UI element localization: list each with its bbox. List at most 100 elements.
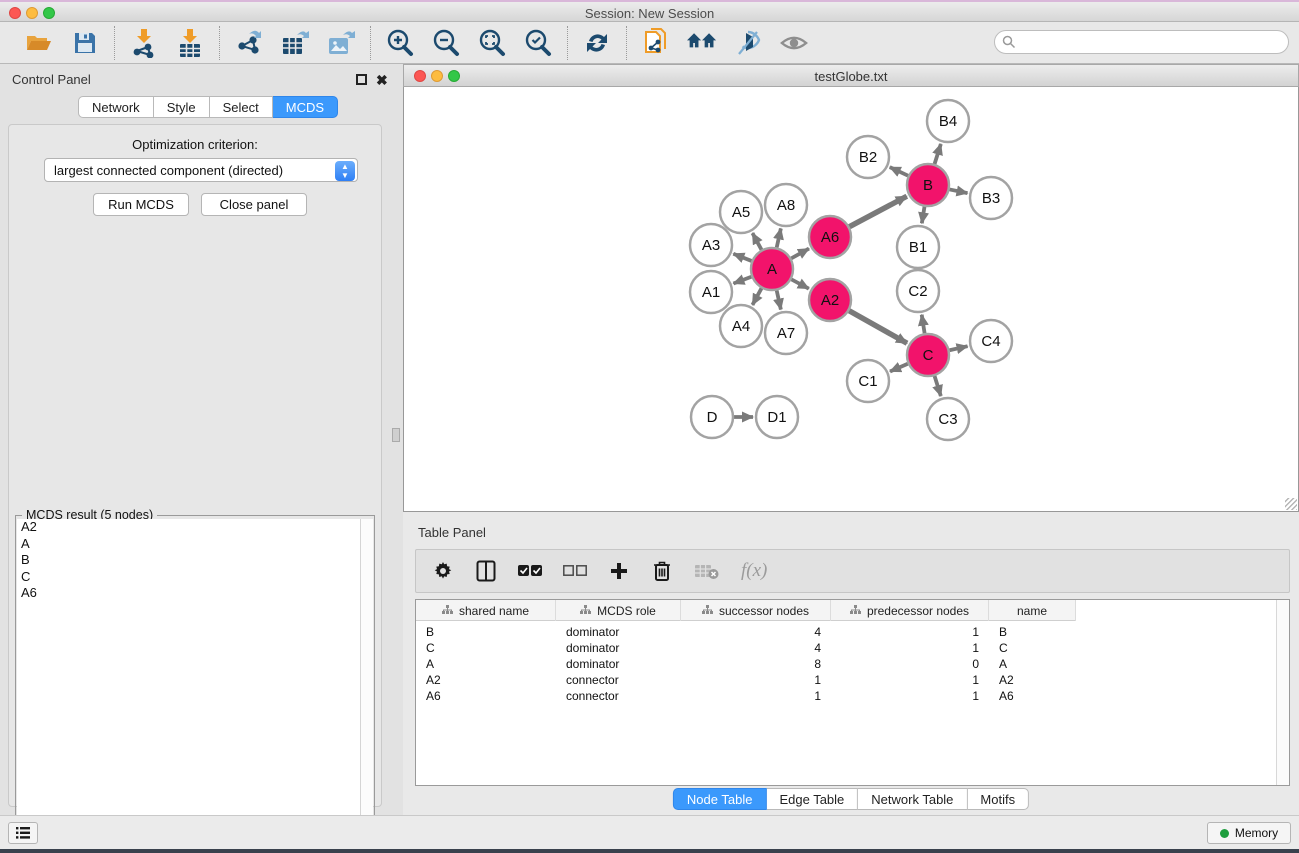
close-panel-icon[interactable]: ✖ [376,75,388,86]
svg-text:A8: A8 [777,197,795,214]
function-builder-button[interactable]: f(x) [741,558,767,584]
cell-name: A2 [989,672,1076,688]
mcds-result-item[interactable]: B [17,552,361,569]
table-row[interactable]: Adominator80A [416,656,1076,672]
graph-node-A8[interactable]: A8 [765,184,807,226]
table-scrollbar[interactable] [1276,600,1289,785]
column-header-name[interactable]: name [989,600,1076,621]
graph-node-C1[interactable]: C1 [847,360,889,402]
tab-motifs[interactable]: Motifs [967,788,1029,810]
column-header-shared-name[interactable]: shared name [416,600,556,621]
resize-grip[interactable] [1285,498,1297,510]
graph-node-A2[interactable]: A2 [809,279,851,321]
mcds-result-scrollbar[interactable] [360,519,373,853]
graph-node-B1[interactable]: B1 [897,226,939,268]
column-header-predecessor-nodes[interactable]: predecessor nodes [831,600,989,621]
zoom-selected-icon[interactable] [523,28,553,58]
graph-node-B[interactable]: B [907,164,949,206]
graph-node-A5[interactable]: A5 [720,191,762,233]
column-icon[interactable] [475,558,497,584]
delete-table-icon[interactable] [694,558,720,584]
select-all-icon[interactable] [518,558,542,584]
tab-mcds[interactable]: MCDS [273,96,338,118]
import-network-icon[interactable] [129,28,159,58]
graph-node-B4[interactable]: B4 [927,100,969,142]
hide-panel-icon[interactable] [733,28,763,58]
export-network-icon[interactable] [234,28,264,58]
delete-column-icon[interactable] [651,558,673,584]
column-type-icon [702,604,713,618]
network-window-titlebar[interactable]: testGlobe.txt [403,64,1299,87]
svg-text:C4: C4 [981,333,1000,350]
add-column-icon[interactable] [608,558,630,584]
column-header-MCDS-role[interactable]: MCDS role [556,600,681,621]
graph-node-C[interactable]: C [907,334,949,376]
memory-button[interactable]: Memory [1207,822,1291,844]
column-label: name [1017,604,1047,618]
svg-text:B1: B1 [909,239,927,256]
graph-node-D[interactable]: D [691,396,733,438]
show-panel-menu-button[interactable] [8,822,38,844]
import-table-icon[interactable] [175,28,205,58]
svg-text:A3: A3 [702,237,720,254]
mcds-result-item[interactable]: A6 [17,585,361,602]
zoom-fit-icon[interactable] [477,28,507,58]
edge-C-C1 [890,364,908,372]
mcds-result-item[interactable]: C [17,569,361,586]
graph-node-A4[interactable]: A4 [720,305,762,347]
tab-select[interactable]: Select [210,96,273,118]
graph-node-A7[interactable]: A7 [765,312,807,354]
new-network-from-selection-icon[interactable] [641,28,671,58]
zoom-out-icon[interactable] [431,28,461,58]
graph-node-C4[interactable]: C4 [970,320,1012,362]
home-icon[interactable] [687,28,717,58]
edge-C-C3 [935,376,941,396]
graph-node-A3[interactable]: A3 [690,224,732,266]
export-table-icon[interactable] [280,28,310,58]
edge-A-A2 [791,279,808,288]
zoom-in-icon[interactable] [385,28,415,58]
table-row[interactable]: Bdominator41B [416,624,1076,640]
mcds-result-item[interactable]: A2 [17,519,361,536]
graph-node-D1[interactable]: D1 [756,396,798,438]
table-row[interactable]: A2connector11A2 [416,672,1076,688]
criterion-dropdown[interactable]: largest connected component (directed) ▲… [44,158,358,182]
gear-icon[interactable] [432,558,454,584]
edge-A2-C [849,311,907,343]
tab-edge-table[interactable]: Edge Table [766,788,858,810]
mcds-result-item[interactable]: A [17,536,361,553]
refresh-icon[interactable] [582,28,612,58]
save-session-icon[interactable] [70,28,100,58]
export-image-icon[interactable] [326,28,356,58]
eye-icon[interactable] [779,28,809,58]
search-input[interactable] [994,30,1289,54]
column-type-icon [580,604,591,618]
graph-node-A6[interactable]: A6 [809,216,851,258]
float-panel-icon[interactable] [356,74,367,85]
graph-node-B2[interactable]: B2 [847,136,889,178]
deselect-all-icon[interactable] [563,558,587,584]
svg-text:B: B [923,177,933,194]
table-row[interactable]: Cdominator41C [416,640,1076,656]
table-row[interactable]: A6connector11A6 [416,688,1076,704]
graph-node-C3[interactable]: C3 [927,398,969,440]
graph-node-A[interactable]: A [751,248,793,290]
svg-text:A6: A6 [821,229,839,246]
tab-network-table[interactable]: Network Table [858,788,967,810]
network-canvas[interactable]: B4 B2 B B3 A8 A5 A6 A3 B1 A A1 C2 A2 A4A7 C4 C C1 C3 D D1 [403,87,1299,512]
tab-network[interactable]: Network [78,96,154,118]
edge-A-A6 [791,249,809,259]
open-session-icon[interactable] [24,28,54,58]
graph-node-C2[interactable]: C2 [897,270,939,312]
cell-shared-name: A2 [416,672,556,688]
vertical-splitter[interactable] [390,64,403,815]
splitter-handle[interactable] [392,428,400,442]
tab-node-table[interactable]: Node Table [673,788,767,810]
edge-B-B2 [890,167,908,176]
close-panel-button[interactable]: Close panel [201,193,307,216]
graph-node-B3[interactable]: B3 [970,177,1012,219]
tab-style[interactable]: Style [154,96,210,118]
run-mcds-button[interactable]: Run MCDS [93,193,189,216]
graph-node-A1[interactable]: A1 [690,271,732,313]
column-header-successor-nodes[interactable]: successor nodes [681,600,831,621]
